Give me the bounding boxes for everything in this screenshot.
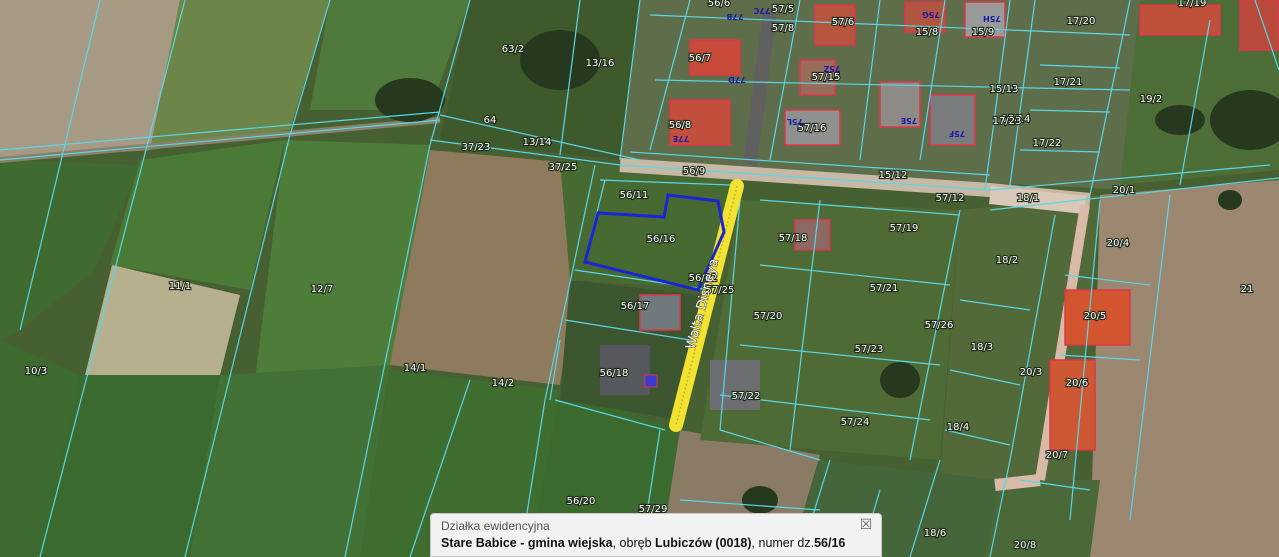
parcel-label: 57/6 [832,17,854,28]
parcel-label: 57/12 [936,193,965,204]
parcel-label: 57/5 [772,4,794,15]
parcel-label: 37/23 [462,142,491,153]
parcel-label: 17/21 [1054,77,1083,88]
building-label: 77E [673,134,690,143]
parcel-label: 21 [1241,284,1254,295]
popup-precinct: Lubiczów (0018) [655,536,752,550]
parcel-label: 18/2 [996,255,1018,266]
building-label: 77D [728,75,746,84]
parcel-label: 56/9 [683,166,705,177]
parcel-label: 57/26 [925,320,954,331]
parcel-label: 63/2 [502,44,524,55]
orthophoto-map[interactable]: 63/2 13/16 64 13/14 37/23 37/25 56/8 56/9 56/7 56… [0,0,1279,557]
parcel-label: 13/16 [586,58,615,69]
parcel-label: 56/20 [567,496,596,507]
parcel-label: 20/8 [1014,540,1036,551]
parcel-label: 18/3 [971,342,993,353]
building [710,360,760,410]
parcel-label: 17/23 [993,116,1022,127]
building-label: 75Z [823,64,840,73]
parcel-label: 56/16 [647,234,676,245]
parcel-label: 57/22 [732,391,761,402]
parcel-label: 18/1 [1017,193,1039,204]
parcel-label: 56/17 [621,301,650,312]
parcel-label: 17/19 [1178,0,1207,9]
building-label: 75F [949,129,966,138]
parcel-label: 15/13 [990,84,1019,95]
parcel-label: 18/4 [947,422,969,433]
parcel-label: 15/8 [916,27,938,38]
parcel-label: 56/7 [689,53,711,64]
parcel-label: 56/8 [669,120,691,131]
parcel-label: 37/25 [549,162,578,173]
parcel-label: 20/1 [1113,185,1135,196]
popup-details: Stare Babice - gmina wiejska, obręb Lubi… [441,536,871,550]
parcel-label: 57/8 [772,23,794,34]
parcel-label: 57/23 [855,344,884,355]
popup-title: Działka ewidencyjna [441,519,550,533]
parcel-label: 18/6 [924,528,946,539]
building [1239,0,1279,51]
parcel-label: 57/24 [841,417,870,428]
parcel-label: 15/9 [972,27,994,38]
building [1049,359,1096,451]
popup-sep-precinct: , obręb [612,536,655,550]
parcel-label: 12/7 [311,284,333,295]
popup-municipality: Stare Babice - gmina wiejska [441,536,613,550]
building [644,374,658,388]
parcel-label: 19/2 [1140,94,1162,105]
building-label: 75L [787,117,803,126]
parcel-label: 17/20 [1067,16,1096,27]
parcel-label: 20/7 [1046,450,1068,461]
parcel-label: 56/18 [600,368,629,379]
parcel-label: 17/22 [1033,138,1062,149]
parcel-label: 10/3 [25,366,47,377]
parcel-label: 20/6 [1066,378,1088,389]
popup-parcel-number: 56/16 [814,536,846,550]
parcel-info-popup: Działka ewidencyjna Stare Babice - gmina… [430,513,882,557]
parcel-label: 14/1 [404,363,426,374]
popup-sep-number: , numer dz. [751,536,815,550]
parcel-label: 20/3 [1020,367,1042,378]
close-icon[interactable]: ☒ [859,518,873,532]
parcel-label: 11/1 [169,281,191,292]
parcel-label: 64 [484,115,497,126]
parcel-label: 15/12 [879,170,908,181]
building-label: 77C [753,6,770,15]
parcel-label: 57/21 [870,283,899,294]
building-label: 77B [726,12,743,21]
building-label: 75H [983,14,1001,23]
parcel-label: 14/2 [492,378,514,389]
map-view[interactable]: 63/2 13/16 64 13/14 37/23 37/25 56/8 56/9 56/7 56… [0,0,1279,557]
parcel-label: 57/18 [779,233,808,244]
building-label: 75E [901,116,918,125]
parcel-label: 20/5 [1084,311,1106,322]
parcel-label: 20/4 [1107,238,1129,249]
parcel-label: 56/11 [620,190,649,201]
parcel-label: 57/19 [890,223,919,234]
parcel-label: 56/6 [708,0,730,9]
building-label: 75G [922,10,940,19]
parcel-label: 57/20 [754,311,783,322]
parcel-label: 13/14 [523,137,552,148]
